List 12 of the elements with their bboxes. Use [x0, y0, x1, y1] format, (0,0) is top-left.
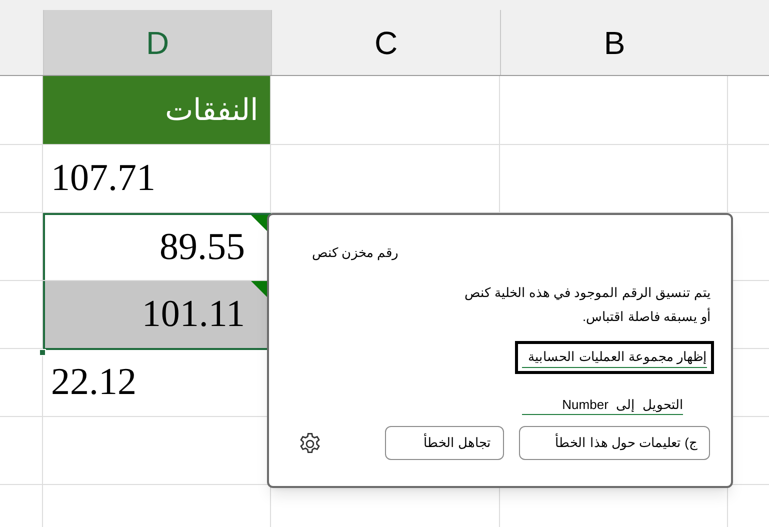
column-header[interactable]: D	[43, 10, 271, 75]
table-cell[interactable]: النفقات	[43, 76, 271, 144]
fill-handle[interactable]	[39, 349, 46, 356]
help-button[interactable]: ج) تعليمات حول هذا الخطأ	[519, 426, 710, 460]
action-link[interactable]: إظهار مجموعة العمليات الحسابية	[515, 341, 714, 374]
message-text: يتم تنسيق الرقم الموجود في هذه الخلية كنص	[464, 284, 711, 302]
action-link[interactable]: التحويل إلى Number	[515, 388, 690, 421]
popup-title: رقم مخزن كنص	[312, 244, 398, 262]
ignore-button[interactable]: تجاهل الخطأ	[385, 426, 504, 460]
message-text: أو يسبقه فاصلة اقتباس.	[582, 306, 711, 326]
table-cell[interactable]: 107.71	[43, 145, 271, 212]
column-header[interactable]: B	[500, 10, 728, 75]
